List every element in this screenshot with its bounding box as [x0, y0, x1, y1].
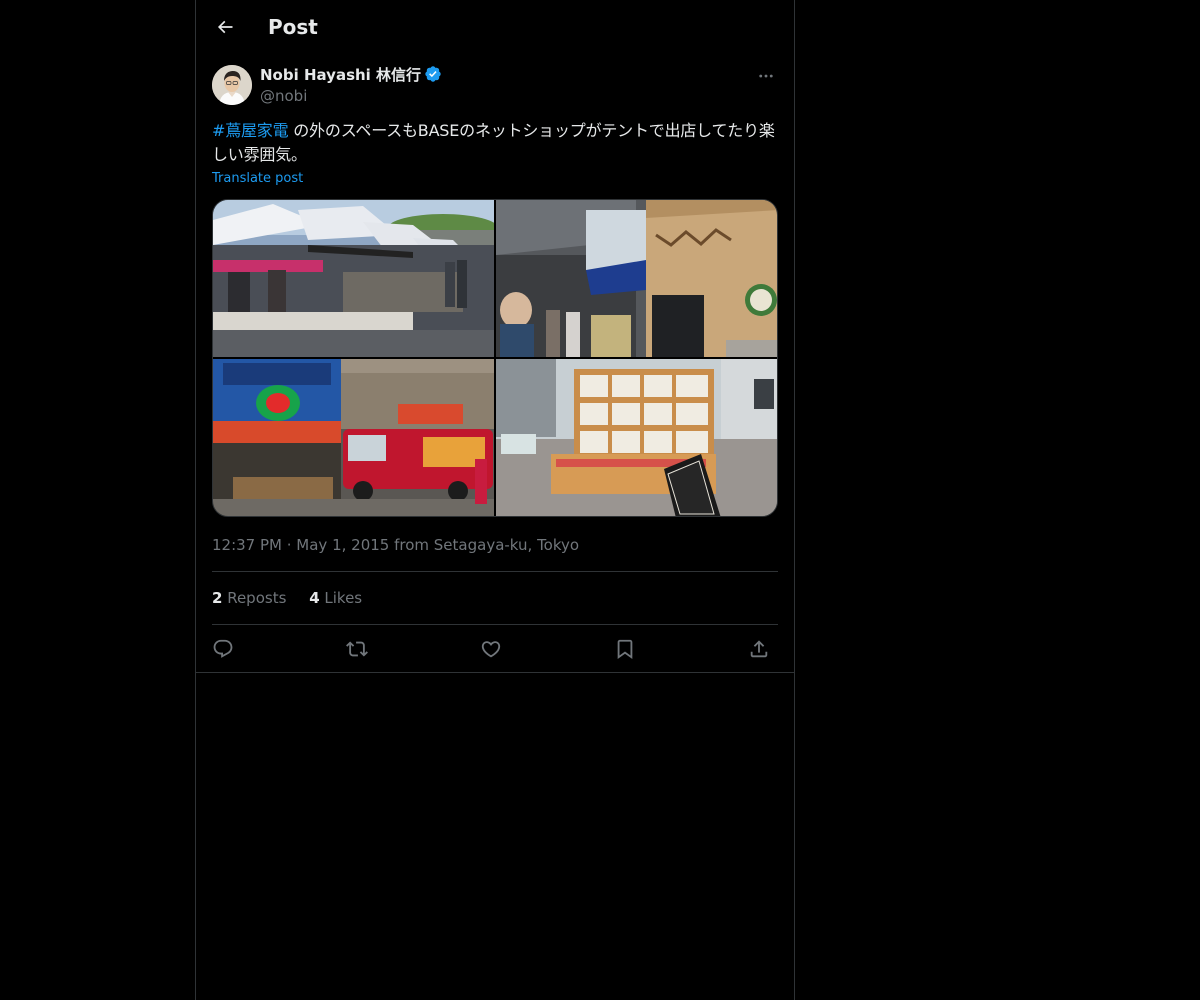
- photo-wooden-stall[interactable]: [496, 200, 777, 357]
- post-location: from Setagaya-ku, Tokyo: [389, 536, 580, 554]
- likes-count: 4: [309, 589, 320, 607]
- repost-button[interactable]: [344, 636, 370, 662]
- author-display-name[interactable]: Nobi Hayashi 林信行: [260, 65, 442, 85]
- post-stats: 2 Reposts 4 Likes: [212, 588, 380, 608]
- like-button[interactable]: [478, 636, 504, 662]
- media-grid: [212, 199, 778, 517]
- bookmark-icon: [617, 639, 633, 660]
- hashtag-link[interactable]: #蔦屋家電: [212, 121, 289, 140]
- post-time[interactable]: 12:37 PM: [212, 536, 282, 554]
- post-body-text: の外のスペースもBASEのネットショップがテントで出店してたり楽しい雰囲気。: [212, 121, 775, 164]
- top-bar: Post: [196, 0, 794, 53]
- share-button[interactable]: [746, 636, 772, 662]
- more-options-button[interactable]: [754, 64, 778, 88]
- likes-stat[interactable]: 4 Likes: [309, 589, 362, 607]
- page-title: Post: [268, 15, 318, 39]
- reply-button[interactable]: [210, 636, 236, 662]
- repost-icon: [346, 641, 368, 657]
- author-name-text: Nobi Hayashi 林信行: [260, 66, 422, 84]
- verified-badge-icon: [425, 66, 441, 82]
- reposts-stat[interactable]: 2 Reposts: [212, 589, 286, 607]
- action-bar: [212, 636, 778, 662]
- translate-post-link[interactable]: Translate post: [212, 170, 303, 188]
- back-button[interactable]: [208, 10, 242, 44]
- photo-bookshelf[interactable]: [496, 359, 777, 516]
- likes-label: Likes: [319, 589, 363, 607]
- post-timestamp: 12:37 PM · May 1, 2015 from Setagaya-ku,…: [212, 535, 579, 555]
- meta-separator: ·: [281, 536, 297, 554]
- photo-market-tents[interactable]: [213, 200, 494, 357]
- avatar[interactable]: [212, 65, 252, 105]
- divider: [212, 571, 778, 572]
- reply-icon: [213, 639, 233, 658]
- like-icon: [481, 641, 501, 658]
- reposts-label: Reposts: [222, 589, 287, 607]
- divider: [212, 624, 778, 625]
- post-date[interactable]: May 1, 2015: [296, 536, 389, 554]
- post-column: Post Nobi Hayashi 林信行 @nobi #蔦屋家電 の外のスペー…: [195, 0, 795, 1000]
- author-handle[interactable]: @nobi: [260, 86, 307, 106]
- share-icon: [750, 640, 768, 658]
- more-dots-icon: [759, 74, 773, 78]
- post-bottom-border: [196, 672, 794, 673]
- post-text: #蔦屋家電 の外のスペースもBASEのネットショップがテントで出店してたり楽しい…: [212, 119, 780, 167]
- arrow-left-icon: [217, 20, 233, 34]
- bookmark-button[interactable]: [612, 636, 638, 662]
- post-author: Nobi Hayashi 林信行 @nobi: [212, 64, 778, 108]
- reposts-count: 2: [212, 589, 223, 607]
- photo-food-truck[interactable]: [213, 359, 494, 516]
